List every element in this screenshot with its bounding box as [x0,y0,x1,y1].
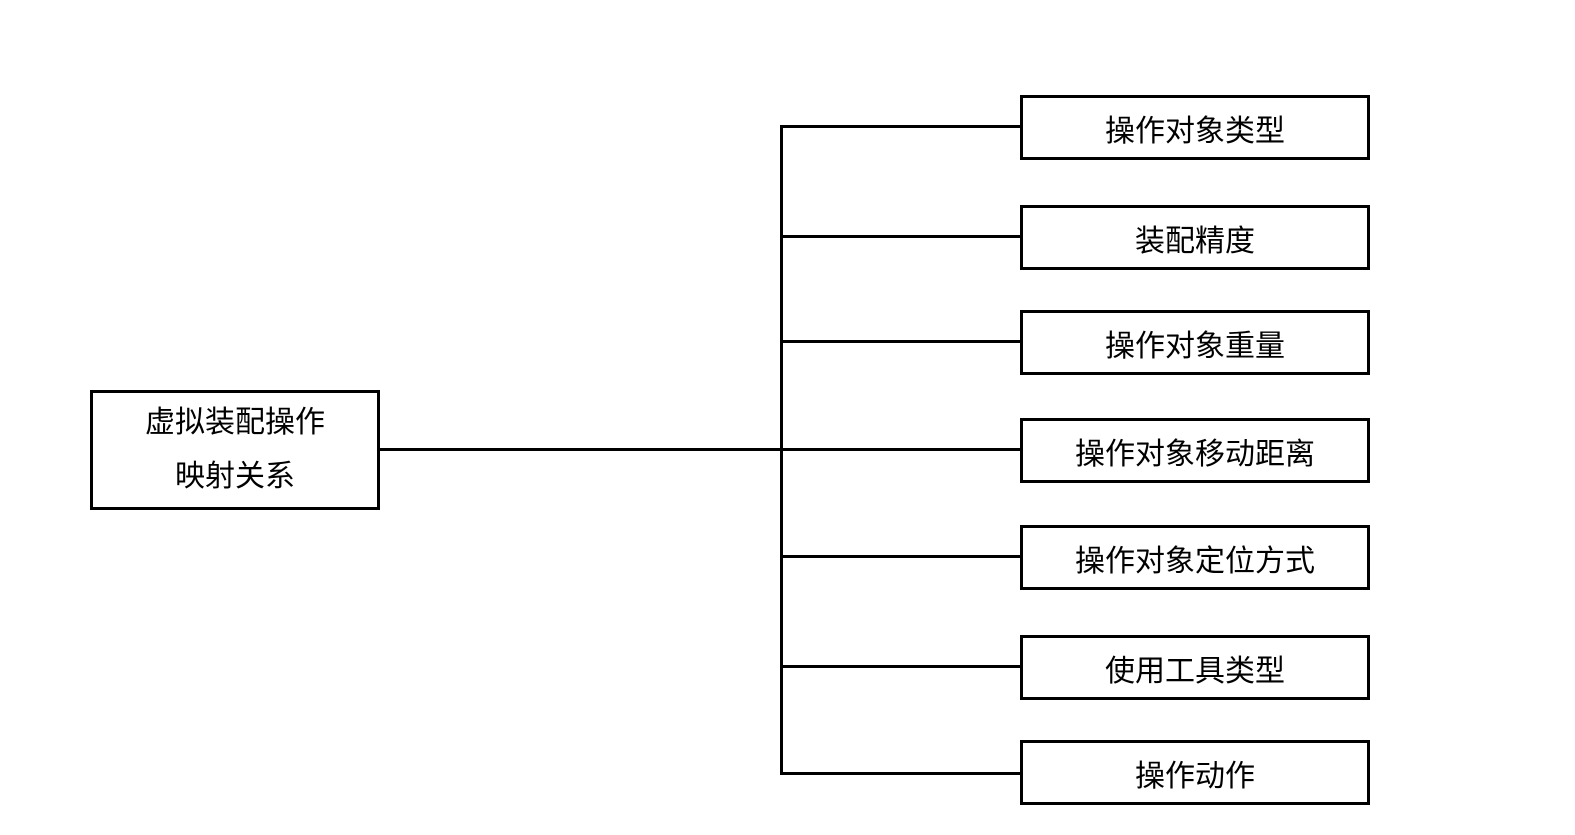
branch-line-5 [780,665,1020,668]
branch-line-3 [780,448,1020,451]
child-label-1: 装配精度 [1135,216,1255,260]
connector-main [380,448,780,451]
child-node-5: 使用工具类型 [1020,635,1370,700]
child-label-6: 操作动作 [1135,751,1255,795]
root-label-line1: 虚拟装配操作 [145,396,325,450]
child-label-2: 操作对象重量 [1105,321,1285,365]
child-node-0: 操作对象类型 [1020,95,1370,160]
root-node: 虚拟装配操作 映射关系 [90,390,380,510]
child-label-4: 操作对象定位方式 [1075,536,1315,580]
child-label-5: 使用工具类型 [1105,646,1285,690]
child-node-6: 操作动作 [1020,740,1370,805]
child-node-4: 操作对象定位方式 [1020,525,1370,590]
child-node-2: 操作对象重量 [1020,310,1370,375]
child-node-1: 装配精度 [1020,205,1370,270]
child-label-0: 操作对象类型 [1105,106,1285,150]
child-node-3: 操作对象移动距离 [1020,418,1370,483]
branch-line-1 [780,235,1020,238]
branch-line-2 [780,340,1020,343]
branch-line-6 [780,772,1020,775]
branch-line-4 [780,555,1020,558]
branch-line-0 [780,125,1020,128]
root-label-line2: 映射关系 [175,450,295,504]
child-label-3: 操作对象移动距离 [1075,429,1315,473]
